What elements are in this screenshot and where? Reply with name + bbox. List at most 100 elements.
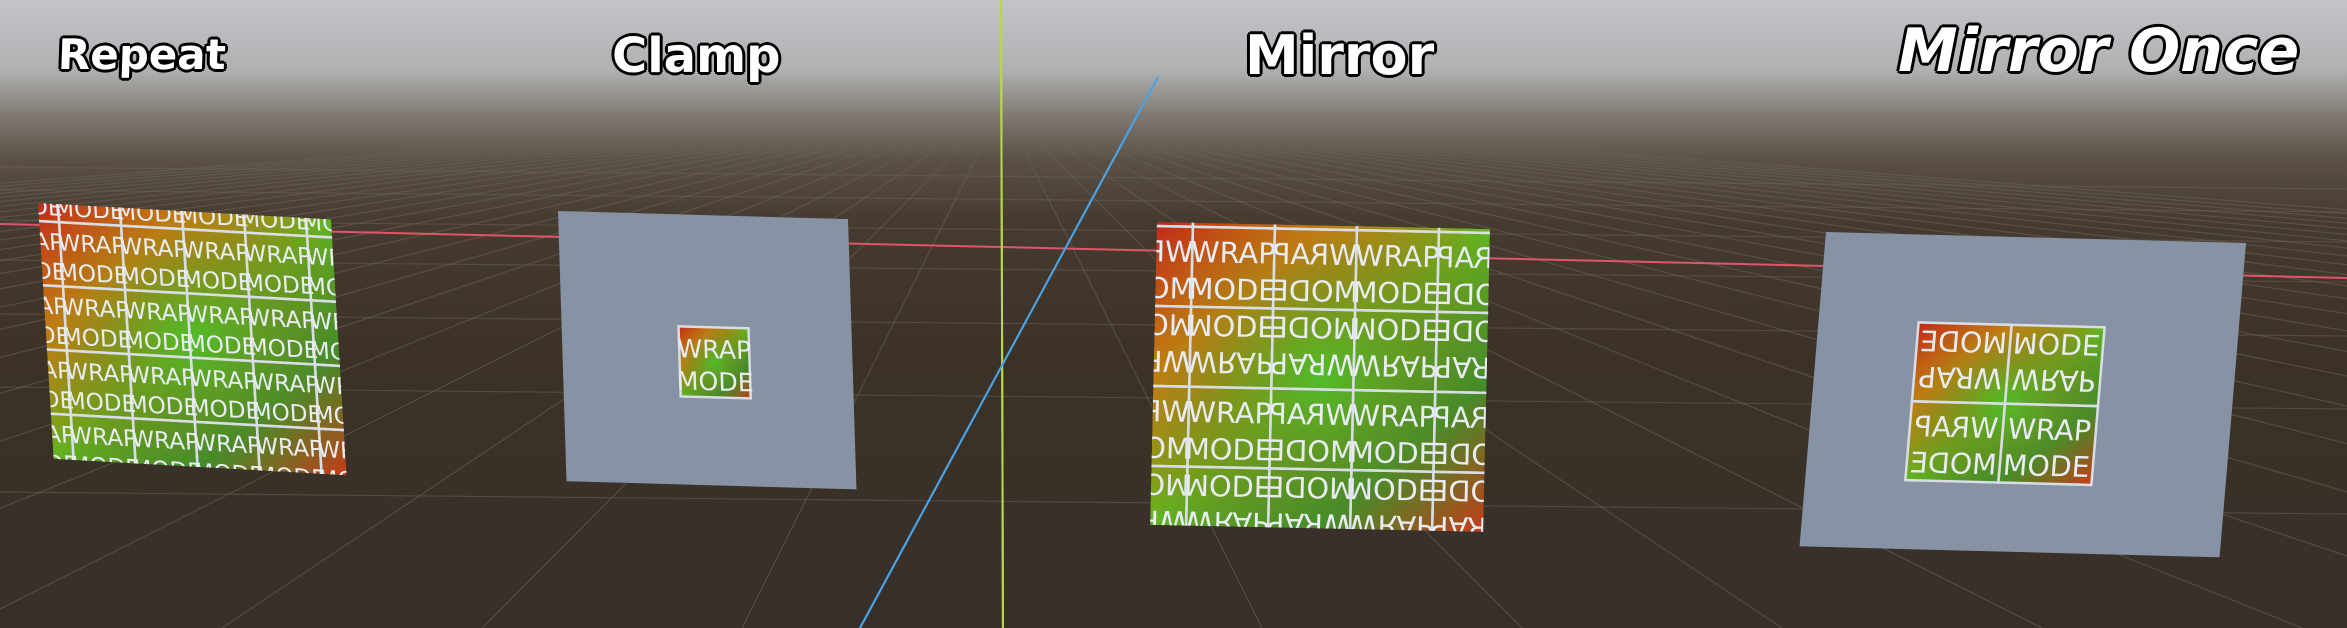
texture-tile: WRAPMODE [71, 479, 145, 547]
tile-border [1514, 474, 1598, 556]
texture-tile: WRAPMODE [1433, 310, 1519, 395]
texture-tile: WRAPMODE [1431, 390, 1518, 475]
grid-line [0, 149, 673, 241]
tile-word-bottom: MODE [7, 449, 79, 479]
tile-word-top: WRAP [2006, 413, 2092, 448]
tile-word-top: WRAP [1351, 398, 1436, 434]
mirror-once-texture-bg [1905, 322, 2105, 485]
texture-tile: WRAPMODE [3, 345, 75, 417]
axes-overlay [859, 0, 1159, 628]
3d-viewport[interactable]: WRAPMODEWRAPMODEWRAPMODEWRAPMODEWRAPMODE… [0, 0, 2347, 628]
tile-border [1269, 307, 1357, 392]
texture-tile: WRAPMODE [309, 298, 381, 370]
tile-word-bottom: MODE [1516, 279, 1605, 315]
tile-border [75, 479, 141, 547]
texture-tile: WRAPMODE [319, 493, 393, 561]
tile-border [1517, 314, 1601, 396]
texture-tile: WRAPMODE [1513, 393, 1603, 475]
tile-word-bottom: MODE [1919, 323, 2009, 358]
tile-border [61, 285, 131, 356]
tile-border [255, 423, 325, 476]
tile-word-top: WRAP [73, 487, 142, 517]
texture-tile: WRAPMODE [377, 432, 451, 500]
tile-word-bottom: MODE [57, 260, 129, 290]
texture-tile: WRAPMODE [381, 496, 455, 564]
tile-word-top: WRAP [309, 308, 378, 338]
world-axes [0, 0, 2347, 628]
y-axis-overlay [1000, 0, 1004, 628]
tile-word-bottom: MODE [11, 513, 83, 543]
tile-word-top: WRAP [1270, 346, 1355, 382]
grid-line [1177, 149, 2347, 445]
tile-border [1350, 388, 1437, 474]
tile-word-top: WRAP [1433, 400, 1518, 436]
mirror-texture-bg-shade [1150, 222, 1490, 532]
tile-word-top: WRAP [7, 419, 76, 449]
texture-tile: WRAPMODE [255, 423, 327, 476]
tile-word-bottom: MODE [189, 395, 261, 425]
tile-word-bottom: MODE [1352, 275, 1441, 311]
tile-word-bottom: MODE [1349, 435, 1438, 471]
grid-line [1023, 149, 1263, 628]
tile-word-bottom: MODE [181, 267, 253, 297]
tile-border [1273, 222, 1361, 232]
tile-word-top: WRAP [243, 241, 312, 271]
tile-word-bottom: MODE [321, 530, 393, 560]
tile-border [189, 356, 259, 427]
grid-line [1463, 149, 2347, 236]
texture-tile: WRAPMODE [1184, 465, 1272, 532]
tile-word-bottom: MODE [197, 524, 269, 554]
tile-word-top: WRAP [119, 234, 188, 264]
tile-word-bottom: MODE [1348, 471, 1437, 507]
texture-tile: WRAPMODE [38, 281, 71, 352]
texture-tile: WRAPMODE [247, 295, 319, 366]
clamp-texture-bg [678, 326, 751, 399]
tile-word-bottom: MODE [1188, 272, 1277, 308]
texture-tile: WRAPMODE [1430, 470, 1516, 546]
tile-word-top: WRAP [1516, 351, 1601, 387]
tile-border [137, 483, 203, 551]
tile-border [1150, 303, 1193, 388]
tile-word-bottom: MODE [375, 406, 447, 436]
tile-border [199, 486, 265, 554]
tile-border [373, 304, 439, 372]
tile-word-top: WRAP [259, 498, 328, 528]
tile-word-bottom: MODE [185, 331, 257, 361]
texture-tile: WRAPMODE [189, 356, 261, 427]
tile-word-top: WRAP [135, 491, 204, 521]
texture-tile: WRAPMODE [317, 427, 347, 476]
grid-line [1067, 149, 1783, 628]
tile-border [1435, 230, 1490, 315]
grid-line [1243, 149, 2347, 352]
grid-line [0, 149, 563, 208]
texture-tile: WRAPMODE [1150, 223, 1195, 308]
grid-line [221, 149, 937, 628]
tile-border [251, 359, 321, 431]
tile-word-top: WRAP [1515, 402, 1600, 438]
tile-word-bottom: MODE [1185, 432, 1274, 468]
tile-word-bottom: MODE [1267, 433, 1356, 469]
tile-word-bottom: MODE [383, 534, 455, 564]
tile-word-top: WRAP [3, 355, 72, 385]
tile-border [185, 292, 255, 363]
grid-line [0, 491, 2347, 515]
tile-border [385, 496, 451, 564]
tile-border [2003, 323, 2106, 408]
tile-word-bottom: MODE [243, 270, 315, 300]
tile-border [1433, 310, 1490, 395]
tile-border [1187, 305, 1275, 390]
texture-tile: WRAPMODE [1273, 222, 1361, 232]
tile-word-bottom: MODE [309, 338, 381, 368]
grid-line [1551, 149, 2347, 215]
texture-tile: WRAPMODE [1349, 388, 1438, 474]
tile-word-top: WRAP [61, 295, 130, 325]
tile-word-top: WRAP [1267, 506, 1352, 542]
grid-line [1111, 149, 2303, 628]
tile-word-bottom: MODE [1434, 277, 1523, 313]
tile-border [69, 413, 139, 476]
tile-word-top: WRAP [363, 183, 432, 213]
tile-word-top: WRAP [1434, 350, 1519, 386]
tile-word-top: WRAP [1431, 510, 1516, 546]
texture-tile: WRAPMODE [1150, 463, 1190, 532]
grid-line [1287, 149, 2347, 315]
